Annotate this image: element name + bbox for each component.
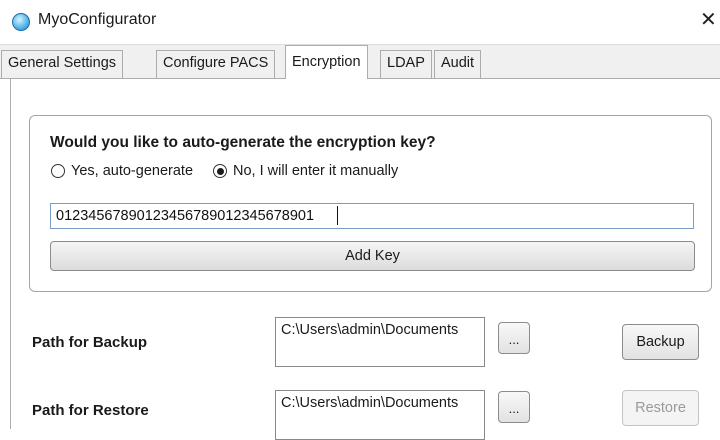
radio-enter-manually[interactable]: No, I will enter it manually — [213, 161, 398, 181]
tab-ldap[interactable]: LDAP — [380, 50, 432, 78]
text-caret — [337, 206, 338, 225]
tab-general-settings[interactable]: General Settings — [1, 50, 124, 78]
encryption-question: Would you like to auto-generate the encr… — [50, 134, 436, 151]
close-icon[interactable]: ✕ — [700, 8, 717, 32]
backup-path-label: Path for Backup — [32, 334, 148, 351]
radio-selected-dot — [216, 167, 224, 175]
restore-button: Restore — [622, 390, 699, 426]
radio-auto-generate[interactable]: Yes, auto-generate — [51, 161, 193, 181]
radio-enter-manually-button[interactable] — [213, 164, 227, 178]
window-title: MyoConfigurator — [38, 11, 157, 28]
tab-configure-pacs[interactable]: Configure PACS — [156, 50, 276, 78]
tab-encryption[interactable]: Encryption — [285, 45, 368, 79]
radio-auto-generate-label: Yes, auto-generate — [71, 163, 194, 179]
radio-enter-manually-label: No, I will enter it manually — [233, 163, 399, 179]
radio-auto-generate-button[interactable] — [51, 164, 65, 178]
restore-path-label: Path for Restore — [32, 402, 149, 419]
myo-globe-icon — [12, 13, 30, 31]
tab-audit[interactable]: Audit — [434, 50, 482, 78]
backup-browse-button[interactable]: ... — [498, 322, 530, 354]
add-key-button[interactable]: Add Key — [50, 241, 695, 271]
backup-button[interactable]: Backup — [622, 324, 699, 360]
restore-browse-button[interactable]: ... — [498, 391, 530, 423]
restore-path-field[interactable]: C:\Users\admin\Documents — [275, 390, 485, 440]
backup-path-field[interactable]: C:\Users\admin\Documents — [275, 317, 485, 367]
encryption-key-input[interactable] — [50, 203, 694, 229]
